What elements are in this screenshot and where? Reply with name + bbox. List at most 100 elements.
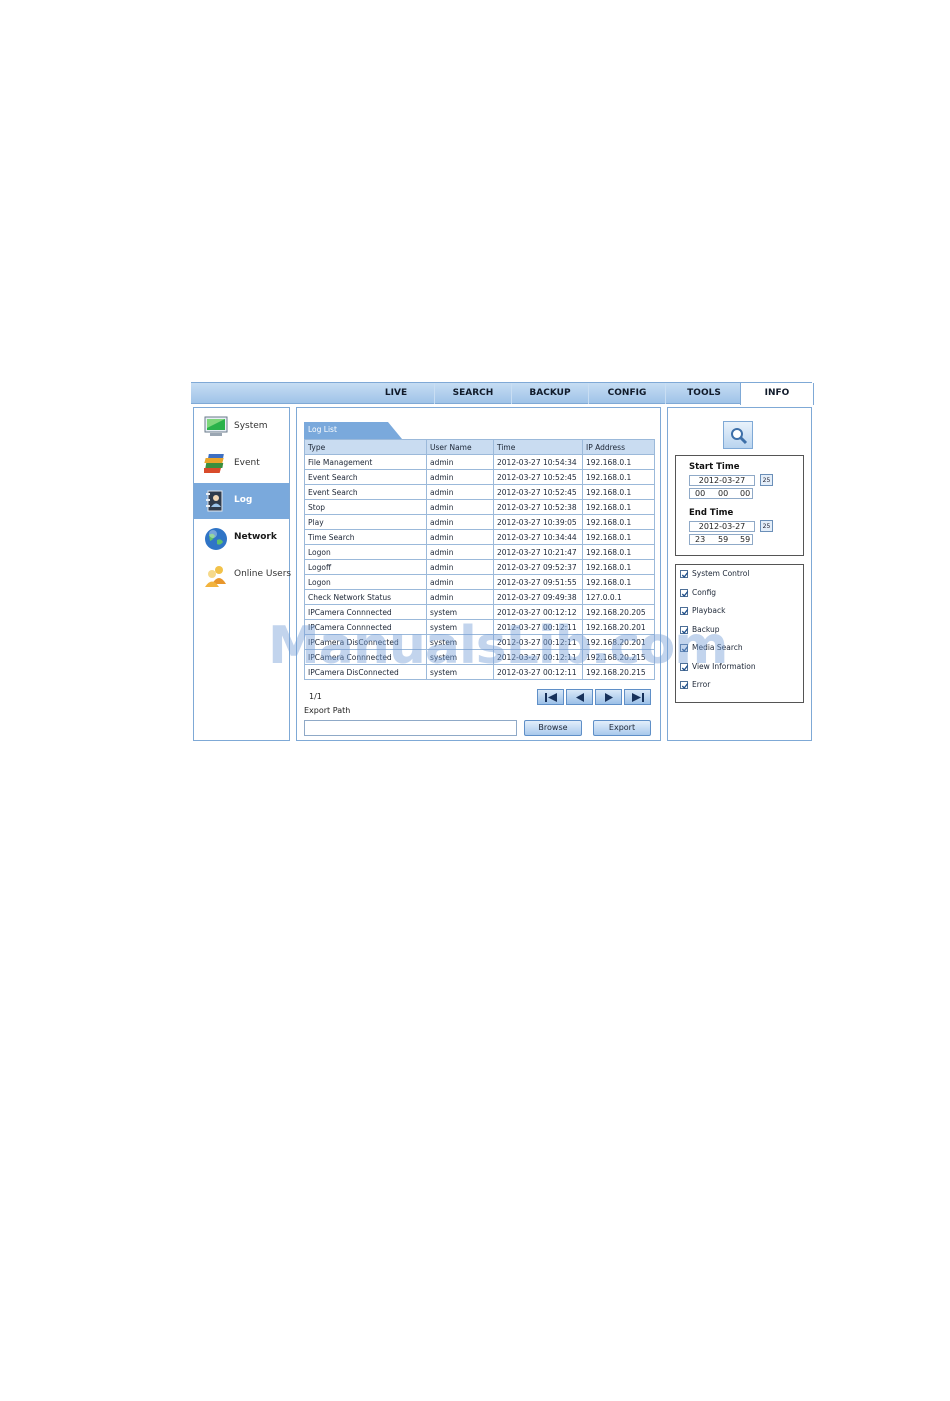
sidebar-item-online-users[interactable]: Online Users xyxy=(194,557,291,593)
start-date-input[interactable]: 2012-03-27 xyxy=(689,475,755,486)
cell-ip: 192.168.0.1 xyxy=(582,484,655,500)
end-hour[interactable]: 23 xyxy=(695,535,705,545)
cell-time: 2012-03-27 09:52:37 xyxy=(493,559,583,575)
cell-ip: 192.168.0.1 xyxy=(582,559,655,575)
export-button[interactable]: Export xyxy=(593,720,651,736)
filter-panel: Start Time 2012-03-27 25 00 00 00 End Ti… xyxy=(667,407,812,741)
cell-user: admin xyxy=(426,484,494,500)
prev-page-button[interactable] xyxy=(566,689,593,705)
cell-user: admin xyxy=(426,574,494,590)
tab-info[interactable]: INFO xyxy=(740,383,814,405)
start-minute[interactable]: 00 xyxy=(718,489,728,499)
tab-tools[interactable]: TOOLS xyxy=(665,383,742,404)
cell-user: admin xyxy=(426,589,494,605)
start-time-label: Start Time xyxy=(689,462,740,472)
table-row[interactable]: IPCamera DisConnected system 2012-03-27 00… xyxy=(304,664,655,680)
table-row[interactable]: Time Search admin 2012-03-27 10:34:44 192.1… xyxy=(304,529,655,545)
column-header-type[interactable]: Type xyxy=(304,439,427,455)
sidebar-item-event[interactable]: Event xyxy=(194,446,289,482)
cell-ip: 192.168.0.1 xyxy=(582,529,655,545)
top-nav-bar: LIVE SEARCH BACKUP CONFIG TOOLS INFO xyxy=(191,382,814,405)
checkbox[interactable] xyxy=(680,681,689,689)
cell-user: admin xyxy=(426,499,494,515)
end-time-input[interactable]: 23 59 59 xyxy=(689,534,753,545)
cell-ip: 192.168.20.201 xyxy=(582,634,655,650)
checkbox[interactable] xyxy=(680,644,689,652)
log-list-tab[interactable]: Log List xyxy=(304,422,402,439)
checkbox[interactable] xyxy=(680,570,689,578)
cell-time: 2012-03-27 00:12:11 xyxy=(493,634,583,650)
table-header-row: Type User Name Time IP Address xyxy=(304,439,655,455)
cell-ip: 192.168.0.1 xyxy=(582,514,655,530)
cell-time: 2012-03-27 00:12:11 xyxy=(493,664,583,680)
end-second[interactable]: 59 xyxy=(740,535,750,545)
cell-time: 2012-03-27 10:52:38 xyxy=(493,499,583,515)
tab-config[interactable]: CONFIG xyxy=(588,383,665,404)
cell-user: system xyxy=(426,619,494,635)
tab-search[interactable]: SEARCH xyxy=(434,383,511,404)
cell-user: system xyxy=(426,664,494,680)
table-row[interactable]: File Management admin 2012-03-27 10:54:34 1… xyxy=(304,454,655,470)
check-icon xyxy=(681,664,689,671)
time-range-box: Start Time 2012-03-27 25 00 00 00 End Ti… xyxy=(675,455,804,556)
export-path-input[interactable] xyxy=(304,720,517,736)
end-time-label: End Time xyxy=(689,508,734,518)
books-icon xyxy=(200,453,226,475)
first-page-button[interactable] xyxy=(537,689,564,705)
checkbox[interactable] xyxy=(680,607,689,615)
table-row[interactable]: Stop admin 2012-03-27 10:52:38 192.168.0.1 xyxy=(304,499,655,515)
table-row[interactable]: Logon admin 2012-03-27 09:51:55 192.168.0.1 xyxy=(304,574,655,590)
start-time-input[interactable]: 00 00 00 xyxy=(689,488,753,499)
next-page-button[interactable] xyxy=(595,689,622,705)
cell-user: admin xyxy=(426,514,494,530)
cell-ip: 192.168.0.1 xyxy=(582,544,655,560)
last-page-button[interactable] xyxy=(624,689,651,705)
end-calendar-button[interactable]: 25 xyxy=(760,520,773,532)
log-type-filter: System Control Config Playback Backup Media … xyxy=(675,564,804,703)
column-header-time[interactable]: Time xyxy=(493,439,583,455)
table-row[interactable]: Event Search admin 2012-03-27 10:52:45 192.… xyxy=(304,484,655,500)
cell-ip: 192.168.20.215 xyxy=(582,664,655,680)
cell-type: Logon xyxy=(304,544,427,560)
cell-ip: 127.0.0.1 xyxy=(582,589,655,605)
cell-type: Time Search xyxy=(304,529,427,545)
cell-type: Logoff xyxy=(304,559,427,575)
browse-button[interactable]: Browse xyxy=(524,720,582,736)
table-row[interactable]: Event Search admin 2012-03-27 10:52:45 192.… xyxy=(304,469,655,485)
checkbox-label: Backup xyxy=(692,624,720,634)
cell-user: system xyxy=(426,634,494,650)
table-row[interactable]: IPCamera Connnected system 2012-03-27 00:1… xyxy=(304,649,655,665)
table-row[interactable]: Logon admin 2012-03-27 10:21:47 192.168.0.1 xyxy=(304,544,655,560)
table-row[interactable]: IPCamera Connnected system 2012-03-27 00:1… xyxy=(304,619,655,635)
checkbox[interactable] xyxy=(680,662,689,671)
cell-ip: 192.168.0.1 xyxy=(582,469,655,485)
sidebar-item-system[interactable]: System xyxy=(194,409,289,445)
checkbox-label: Error xyxy=(692,680,711,689)
end-minute[interactable]: 59 xyxy=(718,535,728,545)
table-row[interactable]: Logoff admin 2012-03-27 09:52:37 192.168.0.… xyxy=(304,559,655,575)
sidebar-item-log[interactable]: Log xyxy=(194,483,289,519)
checkbox[interactable] xyxy=(680,588,689,597)
table-row[interactable]: Check Network Status admin 2012-03-27 09:4… xyxy=(304,589,655,605)
sidebar-item-network[interactable]: Network xyxy=(194,520,289,556)
column-header-user[interactable]: User Name xyxy=(426,439,494,455)
tab-live[interactable]: LIVE xyxy=(367,383,425,404)
column-header-ip[interactable]: IP Address xyxy=(582,439,655,455)
table-row[interactable]: IPCamera DisConnected system 2012-03-27 00… xyxy=(304,634,655,650)
tab-backup[interactable]: BACKUP xyxy=(511,383,588,404)
checkbox-label: View Information xyxy=(692,661,756,671)
table-row[interactable]: IPCamera Connnected system 2012-03-27 00:1… xyxy=(304,604,655,620)
next-page-icon xyxy=(605,693,613,702)
check-icon xyxy=(681,590,689,597)
end-date-input[interactable]: 2012-03-27 xyxy=(689,521,755,532)
cell-time: 2012-03-27 10:34:44 xyxy=(493,529,583,545)
start-calendar-button[interactable]: 25 xyxy=(760,474,773,486)
monitor-icon xyxy=(204,416,228,438)
table-row[interactable]: Play admin 2012-03-27 10:39:05 192.168.0.1 xyxy=(304,514,655,530)
start-hour[interactable]: 00 xyxy=(695,489,705,499)
sidebar-item-label: Event xyxy=(234,458,260,468)
start-second[interactable]: 00 xyxy=(740,489,750,499)
checkbox[interactable] xyxy=(680,625,689,634)
search-button[interactable] xyxy=(723,421,753,449)
magnifier-icon xyxy=(731,428,748,445)
